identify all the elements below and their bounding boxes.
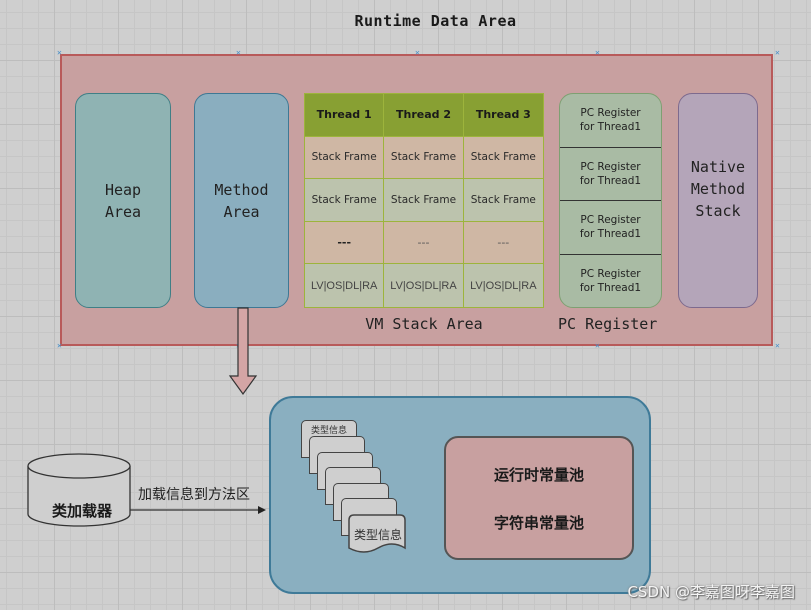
ellipsis-cell: --- [305, 221, 385, 265]
stack-frame-cell: Stack Frame [463, 179, 543, 222]
frame-parts-cell: LV|OS|DL|RA [305, 264, 385, 307]
stack-frame-cell: Stack Frame [305, 136, 385, 180]
type-info-label: 类型信息 [353, 528, 402, 542]
arrow-shape [228, 307, 258, 396]
heap-area-label: Heap Area [104, 180, 142, 221]
resize-handle[interactable]: ✕ [236, 49, 241, 57]
method-area[interactable]: Method Area [194, 93, 289, 308]
resize-handle[interactable]: ✕ [595, 342, 600, 350]
diagram-title: Runtime Data Area [354, 12, 517, 30]
thread-header: Thread 3 [463, 94, 543, 137]
heap-area[interactable]: Heap Area [75, 93, 171, 308]
resize-handle[interactable]: ✕ [595, 49, 600, 57]
arrow-head [258, 506, 266, 514]
string-constant-pool-label: 字符串常量池 [493, 513, 584, 532]
native-method-stack[interactable]: Native Method Stack [678, 93, 758, 308]
ellipsis-cell: --- [384, 221, 464, 265]
pc-register-item: PC Register for Thread1 [560, 148, 661, 201]
pc-register-item: PC Register for Thread1 [560, 201, 661, 255]
load-edge-label: 加载信息到方法区 [138, 487, 250, 503]
pc-register-item: PC Register for Thread1 [579, 267, 642, 294]
pc-register-group[interactable]: PC Register for Thread1 PC Register for … [559, 93, 662, 308]
resize-handle[interactable]: ✕ [57, 49, 62, 57]
vm-stack-table[interactable]: Thread 1 Thread 2 Thread 3 Stack Frame S… [304, 93, 544, 308]
stack-frame-cell: Stack Frame [305, 179, 385, 222]
type-info-label: 类型信息 [310, 426, 347, 436]
vm-stack-area-label: VM Stack Area [365, 315, 483, 333]
method-area-label: Method Area [214, 180, 269, 221]
class-loader-label: 类加载器 [51, 502, 112, 520]
cylinder-top [27, 453, 131, 479]
frame-parts-cell: LV|OS|DL|RA [463, 264, 543, 307]
native-method-stack-label: Native Method Stack [690, 158, 746, 220]
runtime-constant-pool-label: 运行时常量池 [493, 465, 584, 484]
constant-pool-box[interactable]: 运行时常量池 字符串常量池 [444, 436, 634, 560]
watermark: CSDN @李嘉图呀李嘉图 [627, 583, 795, 601]
frame-parts-cell: LV|OS|DL|RA [384, 264, 464, 307]
resize-handle[interactable]: ✕ [415, 49, 420, 57]
pc-register-item: PC Register for Thread1 [560, 94, 661, 148]
down-arrow-icon[interactable] [226, 306, 260, 398]
resize-handle[interactable]: ✕ [57, 342, 62, 350]
thread-header: Thread 1 [305, 94, 385, 137]
pc-register-label: PC Register [558, 315, 658, 333]
resize-handle[interactable]: ✕ [775, 49, 780, 57]
ellipsis-cell: --- [463, 221, 543, 265]
resize-handle[interactable]: ✕ [775, 342, 780, 350]
stack-frame-cell: Stack Frame [384, 136, 464, 180]
thread-header: Thread 2 [384, 94, 464, 137]
stack-frame-cell: Stack Frame [384, 179, 464, 222]
stack-frame-cell: Stack Frame [463, 136, 543, 180]
